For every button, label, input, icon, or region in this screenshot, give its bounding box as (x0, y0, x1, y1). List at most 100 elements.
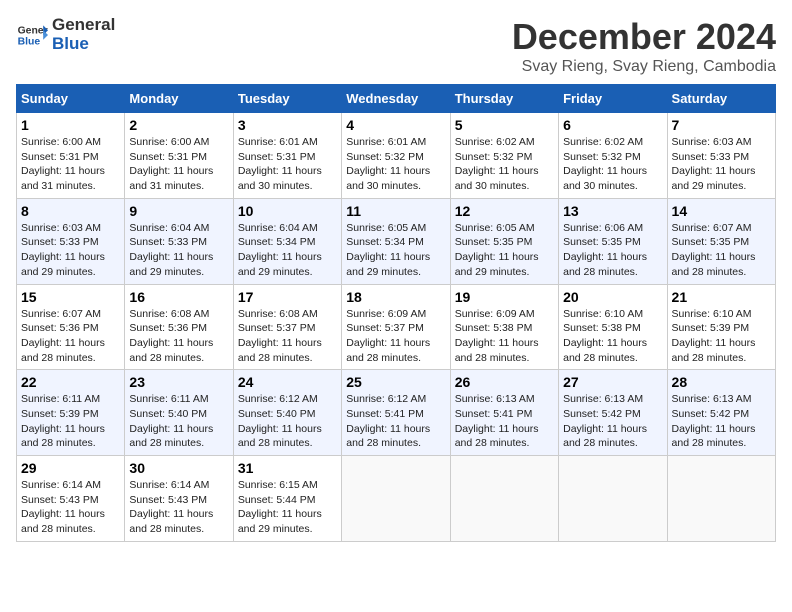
day-number: 12 (455, 203, 554, 219)
header-sunday: Sunday (17, 85, 125, 113)
calendar-cell: 4 Sunrise: 6:01 AM Sunset: 5:32 PM Daylig… (342, 113, 450, 199)
day-info: Sunrise: 6:09 AM Sunset: 5:37 PM Dayligh… (346, 307, 445, 366)
calendar-cell: 29Sunrise: 6:14 AM Sunset: 5:43 PM Dayli… (17, 456, 125, 542)
day-number: 6 (563, 117, 662, 133)
page-header: General Blue General Blue December 2024 … (16, 16, 776, 76)
day-info: Sunrise: 6:11 AM Sunset: 5:40 PM Dayligh… (129, 392, 228, 451)
calendar-cell (559, 456, 667, 542)
day-info: Sunrise: 6:14 AM Sunset: 5:43 PM Dayligh… (21, 478, 120, 537)
day-number: 8 (21, 203, 120, 219)
day-info: Sunrise: 6:07 AM Sunset: 5:36 PM Dayligh… (21, 307, 120, 366)
day-number: 26 (455, 374, 554, 390)
header-row: SundayMondayTuesdayWednesdayThursdayFrid… (17, 85, 776, 113)
calendar-table: SundayMondayTuesdayWednesdayThursdayFrid… (16, 84, 776, 542)
calendar-cell: 23 Sunrise: 6:11 AM Sunset: 5:40 PM Dayli… (125, 370, 233, 456)
day-number: 19 (455, 289, 554, 305)
day-info: Sunrise: 6:08 AM Sunset: 5:36 PM Dayligh… (129, 307, 228, 366)
day-number: 2 (129, 117, 228, 133)
calendar-cell: 13 Sunrise: 6:06 AM Sunset: 5:35 PM Dayli… (559, 198, 667, 284)
day-number: 30 (129, 460, 228, 476)
day-number: 27 (563, 374, 662, 390)
logo-icon: General Blue (16, 19, 48, 51)
day-info: Sunrise: 6:11 AM Sunset: 5:39 PM Dayligh… (21, 392, 120, 451)
calendar-cell: 15Sunrise: 6:07 AM Sunset: 5:36 PM Dayli… (17, 284, 125, 370)
calendar-cell: 20 Sunrise: 6:10 AM Sunset: 5:38 PM Dayli… (559, 284, 667, 370)
calendar-cell: 11 Sunrise: 6:05 AM Sunset: 5:34 PM Dayli… (342, 198, 450, 284)
day-number: 1 (21, 117, 120, 133)
week-row-1: 8 Sunrise: 6:03 AM Sunset: 5:33 PM Daylig… (17, 198, 776, 284)
day-number: 5 (455, 117, 554, 133)
calendar-cell: 26Sunrise: 6:13 AM Sunset: 5:41 PM Dayli… (450, 370, 558, 456)
day-number: 13 (563, 203, 662, 219)
day-number: 21 (672, 289, 771, 305)
day-info: Sunrise: 6:04 AM Sunset: 5:33 PM Dayligh… (129, 221, 228, 280)
calendar-cell: 16 Sunrise: 6:08 AM Sunset: 5:36 PM Dayli… (125, 284, 233, 370)
day-number: 14 (672, 203, 771, 219)
calendar-cell: 22Sunrise: 6:11 AM Sunset: 5:39 PM Dayli… (17, 370, 125, 456)
calendar-cell: 31 Sunrise: 6:15 AM Sunset: 5:44 PM Dayli… (233, 456, 341, 542)
day-number: 11 (346, 203, 445, 219)
day-number: 17 (238, 289, 337, 305)
day-info: Sunrise: 6:02 AM Sunset: 5:32 PM Dayligh… (455, 135, 554, 194)
header-friday: Friday (559, 85, 667, 113)
calendar-cell: 28 Sunrise: 6:13 AM Sunset: 5:42 PM Dayli… (667, 370, 775, 456)
day-info: Sunrise: 6:06 AM Sunset: 5:35 PM Dayligh… (563, 221, 662, 280)
day-number: 4 (346, 117, 445, 133)
svg-text:Blue: Blue (18, 36, 41, 47)
calendar-cell (450, 456, 558, 542)
calendar-cell: 19 Sunrise: 6:09 AM Sunset: 5:38 PM Dayli… (450, 284, 558, 370)
calendar-cell: 6 Sunrise: 6:02 AM Sunset: 5:32 PM Daylig… (559, 113, 667, 199)
calendar-cell: 1 Sunrise: 6:00 AM Sunset: 5:31 PM Daylig… (17, 113, 125, 199)
day-number: 20 (563, 289, 662, 305)
month-title: December 2024 (512, 16, 776, 58)
logo: General Blue General Blue (16, 16, 115, 53)
calendar-cell (667, 456, 775, 542)
day-number: 28 (672, 374, 771, 390)
calendar-cell: 3Sunrise: 6:01 AM Sunset: 5:31 PM Daylig… (233, 113, 341, 199)
day-info: Sunrise: 6:01 AM Sunset: 5:32 PM Dayligh… (346, 135, 445, 194)
day-info: Sunrise: 6:05 AM Sunset: 5:35 PM Dayligh… (455, 221, 554, 280)
calendar-cell: 14 Sunrise: 6:07 AM Sunset: 5:35 PM Dayli… (667, 198, 775, 284)
day-info: Sunrise: 6:00 AM Sunset: 5:31 PM Dayligh… (21, 135, 120, 194)
day-info: Sunrise: 6:14 AM Sunset: 5:43 PM Dayligh… (129, 478, 228, 537)
calendar-cell: 24Sunrise: 6:12 AM Sunset: 5:40 PM Dayli… (233, 370, 341, 456)
header-tuesday: Tuesday (233, 85, 341, 113)
day-info: Sunrise: 6:07 AM Sunset: 5:35 PM Dayligh… (672, 221, 771, 280)
header-wednesday: Wednesday (342, 85, 450, 113)
day-info: Sunrise: 6:05 AM Sunset: 5:34 PM Dayligh… (346, 221, 445, 280)
day-info: Sunrise: 6:15 AM Sunset: 5:44 PM Dayligh… (238, 478, 337, 537)
day-number: 23 (129, 374, 228, 390)
logo-general-text: General (52, 16, 115, 35)
day-number: 25 (346, 374, 445, 390)
day-number: 31 (238, 460, 337, 476)
calendar-cell: 18 Sunrise: 6:09 AM Sunset: 5:37 PM Dayli… (342, 284, 450, 370)
calendar-cell: 10 Sunrise: 6:04 AM Sunset: 5:34 PM Dayli… (233, 198, 341, 284)
day-info: Sunrise: 6:12 AM Sunset: 5:40 PM Dayligh… (238, 392, 337, 451)
calendar-cell: 8 Sunrise: 6:03 AM Sunset: 5:33 PM Daylig… (17, 198, 125, 284)
day-number: 10 (238, 203, 337, 219)
day-info: Sunrise: 6:09 AM Sunset: 5:38 PM Dayligh… (455, 307, 554, 366)
day-info: Sunrise: 6:13 AM Sunset: 5:42 PM Dayligh… (563, 392, 662, 451)
calendar-cell: 21Sunrise: 6:10 AM Sunset: 5:39 PM Dayli… (667, 284, 775, 370)
calendar-cell: 9Sunrise: 6:04 AM Sunset: 5:33 PM Daylig… (125, 198, 233, 284)
day-info: Sunrise: 6:02 AM Sunset: 5:32 PM Dayligh… (563, 135, 662, 194)
day-info: Sunrise: 6:03 AM Sunset: 5:33 PM Dayligh… (672, 135, 771, 194)
day-number: 3 (238, 117, 337, 133)
day-info: Sunrise: 6:03 AM Sunset: 5:33 PM Dayligh… (21, 221, 120, 280)
day-info: Sunrise: 6:04 AM Sunset: 5:34 PM Dayligh… (238, 221, 337, 280)
header-saturday: Saturday (667, 85, 775, 113)
week-row-3: 22Sunrise: 6:11 AM Sunset: 5:39 PM Dayli… (17, 370, 776, 456)
day-info: Sunrise: 6:10 AM Sunset: 5:38 PM Dayligh… (563, 307, 662, 366)
calendar-cell: 25 Sunrise: 6:12 AM Sunset: 5:41 PM Dayli… (342, 370, 450, 456)
day-info: Sunrise: 6:13 AM Sunset: 5:42 PM Dayligh… (672, 392, 771, 451)
logo-blue-text: Blue (52, 35, 115, 54)
calendar-cell: 2Sunrise: 6:00 AM Sunset: 5:31 PM Daylig… (125, 113, 233, 199)
calendar-cell: 12 Sunrise: 6:05 AM Sunset: 5:35 PM Dayli… (450, 198, 558, 284)
calendar-cell (342, 456, 450, 542)
day-number: 16 (129, 289, 228, 305)
day-info: Sunrise: 6:12 AM Sunset: 5:41 PM Dayligh… (346, 392, 445, 451)
calendar-cell: 5 Sunrise: 6:02 AM Sunset: 5:32 PM Daylig… (450, 113, 558, 199)
day-number: 18 (346, 289, 445, 305)
location-title: Svay Rieng, Svay Rieng, Cambodia (512, 58, 776, 76)
week-row-4: 29Sunrise: 6:14 AM Sunset: 5:43 PM Dayli… (17, 456, 776, 542)
